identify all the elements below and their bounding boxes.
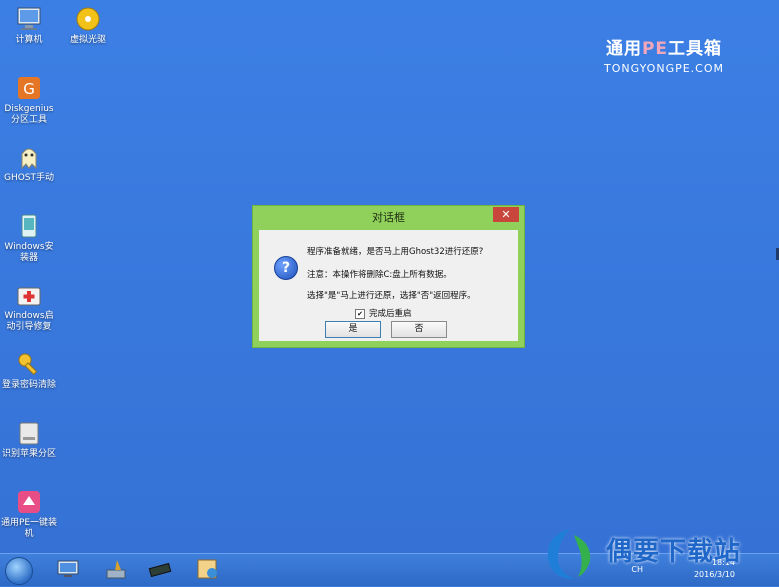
watermark-logo-icon [547,529,591,579]
installer-icon [15,212,43,240]
dialog-title: 对话框 [372,211,405,224]
desktop-icon-label: 登录密码清除 [1,380,56,390]
desktop-icon-label: 计算机 [15,35,43,45]
taskbar-memory-icon[interactable] [148,558,172,580]
diskgenius-icon: G [15,74,43,102]
checkbox-label: 完成后重启 [369,309,412,319]
dialog-message-line3: 选择"是"马上进行还原，选择"否"返回程序。 [307,291,476,301]
desktop-icon-apple-partition[interactable]: 识别苹果分区 [0,419,58,460]
yes-button[interactable]: 是 [325,321,381,338]
desktop-icon-label: Diskgenius分区工具 [4,104,54,125]
desktop-icon-windows-installer[interactable]: Windows安装器 [0,212,58,264]
taskbar-computer-icon[interactable] [56,558,80,580]
desktop-icon-label: Windows启动引导修复 [4,311,54,332]
desktop-icon-ghost[interactable]: GHOST手动 [0,143,58,184]
brand-url: TONGYONGPE.COM [603,62,725,75]
restart-checkbox[interactable]: ✔ 完成后重启 [355,307,412,319]
start-button[interactable] [5,557,33,585]
desktop-icon-boot-repair[interactable]: Windows启动引导修复 [0,281,58,333]
brand-logo: 通用PE工具箱 TONGYONGPE.COM [599,34,729,75]
ghost-icon [15,143,43,171]
computer-icon [15,5,43,33]
desktop-icon-computer[interactable]: 计算机 [0,5,58,46]
desktop-icon-label: 识别苹果分区 [1,449,56,459]
site-watermark: 偶要下载站 [540,525,775,583]
key-icon [15,350,43,378]
desktop-icon-diskgenius[interactable]: G Diskgenius分区工具 [0,74,58,126]
taskbar-tools-icon[interactable] [196,558,220,580]
desktop-icon-label: 虚拟光驱 [69,35,106,45]
disc-icon [74,5,102,33]
no-button[interactable]: 否 [391,321,447,338]
confirm-dialog: 对话框 ✕ ? 程序准备就绪，是否马上用Ghost32进行还原? 注意：本操作将… [252,205,525,348]
watermark-text: 偶要下载站 [606,537,742,567]
dialog-body: ? 程序准备就绪，是否马上用Ghost32进行还原? 注意：本操作将删除C:盘上… [259,230,518,341]
desktop: 计算机 虚拟光驱 G Diskgenius分区工具 GHOST手动 Window… [0,0,779,553]
desktop-icon-label: 通用PE一键装机 [0,518,58,539]
dialog-titlebar[interactable]: 对话框 ✕ [253,206,524,226]
pe-install-icon [15,488,43,516]
first-aid-icon [15,281,43,309]
desktop-icon-password-clear[interactable]: 登录密码清除 [0,350,58,391]
hard-drive-icon [15,419,43,447]
taskbar-cleanup-icon[interactable] [104,558,128,580]
desktop-icon-label: Windows安装器 [4,242,54,263]
question-icon: ? [274,256,298,280]
dialog-message-line2: 注意：本操作将删除C:盘上所有数据。 [307,270,452,280]
svg-text:G: G [23,80,35,98]
checkbox-box[interactable]: ✔ [355,308,365,319]
desktop-icon-virtual-drive[interactable]: 虚拟光驱 [59,5,117,46]
brand-name: 通用PE工具箱 [605,39,723,59]
dialog-message-line1: 程序准备就绪，是否马上用Ghost32进行还原? [307,247,484,257]
desktop-icon-one-key-install[interactable]: 通用PE一键装机 [0,488,58,540]
close-button[interactable]: ✕ [493,207,519,222]
desktop-icon-label: GHOST手动 [3,173,55,183]
